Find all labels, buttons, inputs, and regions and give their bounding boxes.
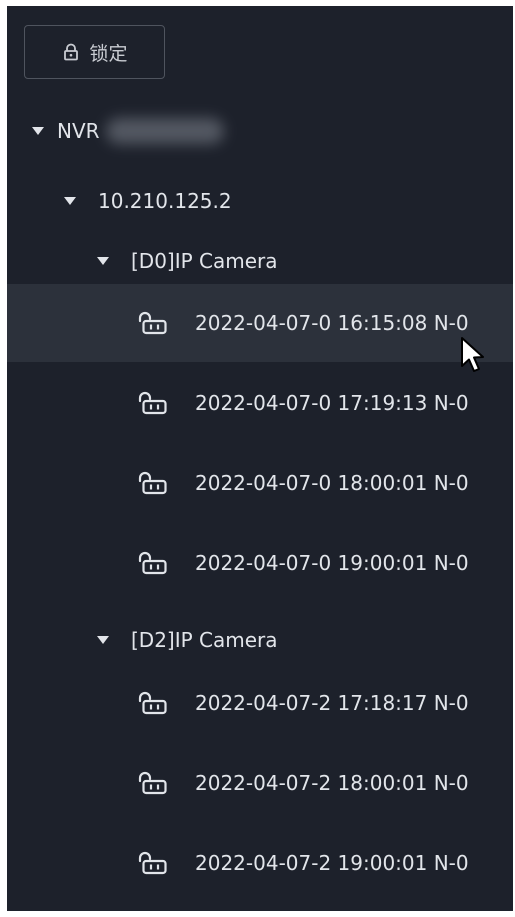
unlock-icon[interactable] (136, 771, 170, 795)
record-timestamp: 2022-04-07-2 19:00:01 N-0 (195, 851, 469, 875)
mouse-pointer-icon (459, 336, 485, 374)
device-label: NVR (57, 119, 100, 143)
address-label: 10.210.125.2 (98, 189, 232, 213)
camera-label: [D0]IP Camera (131, 249, 278, 273)
record-item[interactable]: 2022-04-07-0 16:15:08 N-0 (7, 284, 513, 362)
lock-icon (61, 42, 81, 62)
tree-node-device[interactable]: NVR (7, 109, 513, 153)
lock-button[interactable]: 锁定 (24, 25, 165, 79)
record-tree-panel: 锁定 NVR 10.210.125.2 [D0]IP Camera 2022-0… (7, 6, 513, 911)
record-timestamp: 2022-04-07-0 18:00:01 N-0 (195, 471, 469, 495)
record-item[interactable]: 2022-04-07-2 18:00:01 N-0 (7, 744, 513, 822)
caret-down-icon[interactable] (96, 256, 110, 266)
redacted-device-name (105, 118, 224, 144)
unlock-icon[interactable] (136, 551, 170, 575)
caret-down-icon[interactable] (96, 635, 110, 645)
camera-label: [D2]IP Camera (131, 628, 278, 652)
record-timestamp: 2022-04-07-0 17:19:13 N-0 (195, 391, 469, 415)
record-item[interactable]: 2022-04-07-0 17:19:13 N-0 (7, 364, 513, 442)
tree-node-address[interactable]: 10.210.125.2 (7, 179, 513, 223)
record-timestamp: 2022-04-07-0 19:00:01 N-0 (195, 551, 469, 575)
caret-down-icon[interactable] (31, 126, 45, 136)
record-item[interactable]: 2022-04-07-0 19:00:01 N-0 (7, 524, 513, 602)
record-item[interactable]: 2022-04-07-2 19:00:01 N-0 (7, 824, 513, 902)
record-timestamp: 2022-04-07-0 16:15:08 N-0 (195, 311, 469, 335)
record-item[interactable]: 2022-04-07-0 18:00:01 N-0 (7, 444, 513, 522)
unlock-icon[interactable] (136, 691, 170, 715)
unlock-icon[interactable] (136, 471, 170, 495)
tree-node-camera[interactable]: [D0]IP Camera (7, 239, 513, 283)
record-timestamp: 2022-04-07-2 17:18:17 N-0 (195, 691, 469, 715)
lock-button-label: 锁定 (89, 42, 128, 65)
unlock-icon[interactable] (136, 391, 170, 415)
unlock-icon[interactable] (136, 311, 170, 335)
record-timestamp: 2022-04-07-2 18:00:01 N-0 (195, 771, 469, 795)
caret-down-icon[interactable] (63, 196, 77, 206)
record-item[interactable]: 2022-04-07-2 17:18:17 N-0 (7, 664, 513, 742)
tree-node-camera[interactable]: [D2]IP Camera (7, 618, 513, 662)
unlock-icon[interactable] (136, 851, 170, 875)
